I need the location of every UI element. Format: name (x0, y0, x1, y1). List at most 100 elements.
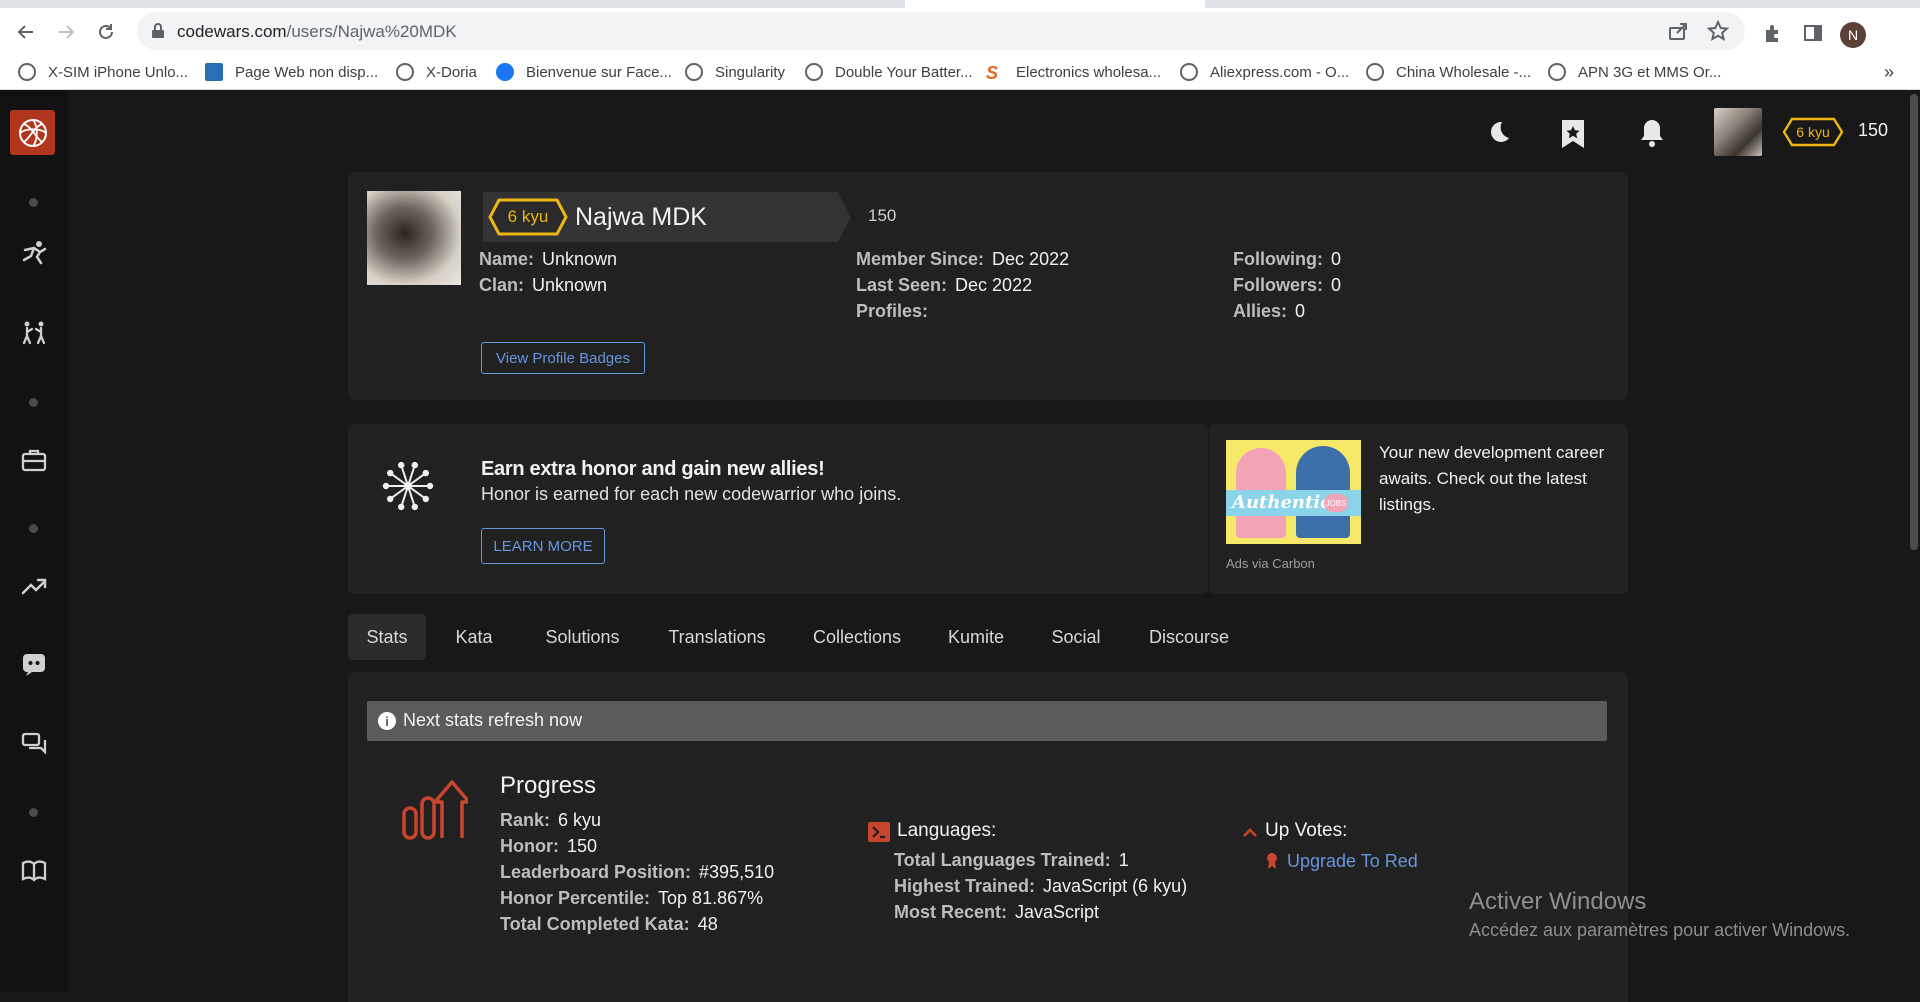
progress-chart-icon (402, 780, 471, 840)
allies-row: Allies: 0 (1233, 298, 1341, 324)
bookmark-label: APN 3G et MMS Or... (1578, 63, 1722, 81)
rank-value: 6 kyu (558, 810, 602, 830)
windows-activation-title: Activer Windows (1469, 888, 1647, 915)
extensions-icon[interactable] (1762, 22, 1784, 44)
bookmark-item[interactable]: Singularity (685, 60, 785, 84)
tab-solutions[interactable]: Solutions (525, 614, 640, 660)
leaderboard-trend-icon[interactable] (18, 570, 50, 602)
refresh-notice-bar: i Next stats refresh now (367, 701, 1607, 741)
notifications-bell-icon[interactable] (1638, 118, 1668, 150)
following-label: Following: (1233, 249, 1323, 269)
total-languages-label: Total Languages Trained: (894, 850, 1111, 870)
member-since-value: Dec 2022 (992, 249, 1070, 269)
member-since-row: Member Since: Dec 2022 (856, 246, 1069, 272)
training-ninja-icon[interactable] (18, 237, 50, 269)
highest-trained-value: JavaScript (6 kyu) (1043, 876, 1188, 896)
refresh-notice-text: Next stats refresh now (403, 710, 583, 730)
star-bookmark-icon[interactable] (1706, 19, 1731, 44)
sidebar-separator-dot (29, 524, 38, 533)
page-icon (205, 63, 223, 81)
profile-username: Najwa MDK (575, 203, 707, 231)
discord-icon[interactable] (18, 648, 50, 680)
bookmark-item[interactable]: APN 3G et MMS Or... (1548, 60, 1721, 84)
most-recent-row: Most Recent: JavaScript (894, 902, 1099, 923)
scrollbar-thumb[interactable] (1910, 94, 1918, 550)
tab-kata[interactable]: Kata (431, 614, 517, 660)
promo-subtitle: Honor is earned for each new codewarrior… (481, 484, 902, 504)
reload-icon[interactable] (92, 18, 120, 46)
stats-panel: i Next stats refresh now Progress Rank: 6… (348, 672, 1628, 1002)
upvote-chevron-icon (1242, 825, 1258, 837)
tab-social[interactable]: Social (1031, 614, 1121, 660)
bookmark-item[interactable]: Aliexpress.com - O... (1180, 60, 1349, 84)
following-value: 0 (1330, 249, 1341, 269)
docs-book-icon[interactable] (18, 855, 50, 887)
tab-translations[interactable]: Translations (648, 614, 786, 660)
header-avatar[interactable] (1714, 108, 1762, 156)
languages-title: Languages: (897, 820, 997, 841)
total-languages-value: 1 (1118, 850, 1129, 870)
ad-image-text: Authentic (1232, 492, 1332, 513)
forward-icon[interactable] (52, 18, 80, 46)
windows-activation-subtitle: Accédez aux paramètres pour activer Wind… (1469, 920, 1851, 940)
ad-image[interactable]: Authentic JOBS (1226, 440, 1361, 544)
tab-discourse[interactable]: Discourse (1129, 614, 1249, 660)
most-recent-value: JavaScript (1015, 902, 1100, 922)
lock-icon (151, 23, 165, 44)
page-scrollbar[interactable] (1908, 90, 1920, 992)
percentile-value: Top 81.867% (658, 888, 764, 908)
bookmark-item[interactable]: Page Web non disp... (205, 60, 378, 84)
clan-value: Unknown (532, 275, 608, 295)
jobs-briefcase-icon[interactable] (18, 444, 50, 476)
back-icon[interactable] (12, 18, 40, 46)
view-profile-badges-button[interactable]: View Profile Badges (481, 342, 645, 374)
completed-value: 48 (697, 914, 718, 934)
bookmark-item[interactable]: X-Doria (396, 60, 477, 84)
share-icon[interactable] (1667, 20, 1691, 44)
sidebar-separator-dot (29, 398, 38, 407)
profile-col-2: Member Since: Dec 2022 Last Seen: Dec 2022… (856, 246, 1069, 324)
followers-row: Followers: 0 (1233, 272, 1341, 298)
profile-col-3: Following: 0 Followers: 0 Allies: 0 (1233, 246, 1341, 324)
ad-source[interactable]: Ads via Carbon (1226, 556, 1315, 571)
name-label: Name: (479, 249, 535, 269)
promo-title: Earn extra honor and gain new allies! (481, 458, 825, 480)
profile-avatar (367, 191, 461, 285)
upgrade-to-red-link[interactable]: Upgrade To Red (1287, 851, 1418, 872)
active-tab-edge (905, 0, 1205, 8)
codewars-logo[interactable] (10, 110, 55, 155)
browser-profile-avatar[interactable]: N (1840, 22, 1866, 48)
bookmark-item[interactable]: X-SIM iPhone Unlo... (18, 60, 188, 84)
profile-rank-banner: 6 kyu Najwa MDK (483, 192, 851, 242)
side-panel-icon[interactable] (1802, 22, 1824, 44)
url-path: /users/Najwa%20MDK (286, 22, 457, 41)
bookmark-star-icon[interactable] (1560, 118, 1590, 150)
bookmark-item[interactable]: Double Your Batter... (805, 60, 973, 84)
bookmark-label: Singularity (715, 63, 786, 81)
globe-icon (396, 63, 414, 81)
rank-label: Rank: (500, 810, 551, 830)
forum-chat-icon[interactable] (18, 728, 50, 760)
tab-collections[interactable]: Collections (795, 614, 919, 660)
clan-row: Clan: Unknown (479, 272, 617, 298)
completed-label: Total Completed Kata: (500, 914, 690, 934)
leaderboard-row: Leaderboard Position: #395,510 (500, 862, 774, 883)
ad-panel: Authentic JOBS Your new development care… (1209, 424, 1628, 594)
honor-label: Honor: (500, 836, 559, 856)
bookmark-item[interactable]: China Wholesale -... (1366, 60, 1531, 84)
globe-icon (805, 63, 823, 81)
bookmarks-overflow-button[interactable]: » (1884, 62, 1894, 83)
tab-stats[interactable]: Stats (348, 614, 426, 660)
bookmark-item[interactable]: S Electronics wholesa... (986, 60, 1161, 84)
sidebar-separator-dot (29, 198, 38, 207)
tab-kumite[interactable]: Kumite (928, 614, 1024, 660)
kumite-fight-icon[interactable] (18, 317, 50, 349)
address-bar[interactable]: codewars.com/users/Najwa%20MDK (137, 12, 1745, 50)
left-sidebar (0, 90, 68, 992)
ad-image-badge: JOBS (1324, 494, 1348, 512)
ad-text[interactable]: Your new development career awaits. Chec… (1379, 440, 1619, 518)
theme-moon-icon[interactable] (1484, 118, 1514, 148)
learn-more-button[interactable]: LEARN MORE (481, 528, 605, 564)
bookmark-label: X-SIM iPhone Unlo... (48, 63, 189, 81)
bookmark-item[interactable]: Bienvenue sur Face... (496, 60, 672, 84)
